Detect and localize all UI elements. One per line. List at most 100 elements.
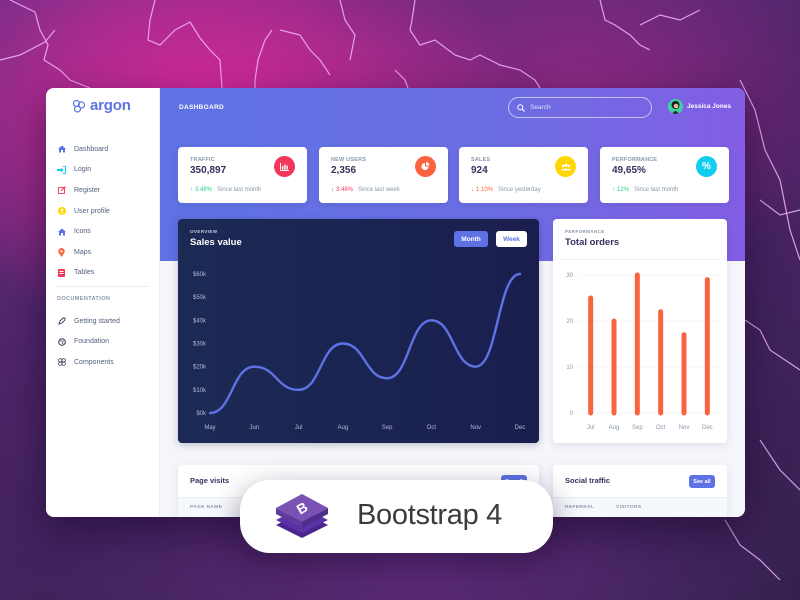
percent-icon: %	[696, 156, 717, 177]
sidebar-item-label: Maps	[74, 248, 92, 256]
month-button[interactable]: Month	[454, 231, 488, 247]
rocket-icon	[57, 317, 66, 326]
y-tick-label: $10k	[193, 388, 207, 394]
palette-icon	[57, 337, 66, 346]
stat-footer: ↑ 12% Since last month	[612, 187, 678, 193]
total-orders-card: PERFORMANCE Total orders 0 10 20 30 Jul Aug Se…	[553, 219, 727, 443]
week-button[interactable]: Week	[496, 231, 527, 247]
x-tick-label: Oct	[656, 425, 666, 431]
x-tick-label: Jul	[587, 425, 595, 431]
stat-change: ↑ 3.48%	[190, 187, 213, 193]
table-icon	[57, 268, 66, 277]
sidebar-item-tables[interactable]: Tables	[46, 263, 159, 284]
x-tick-label: Jun	[249, 425, 259, 431]
stat-change: ↑ 12%	[612, 187, 630, 193]
stat-value: 924	[471, 165, 488, 176]
bootstrap-badge-text: Bootstrap 4	[357, 499, 503, 531]
components-icon	[57, 358, 66, 367]
see-all-button[interactable]: See all	[689, 475, 715, 488]
column-header: REFERRAL	[565, 505, 595, 510]
sidebar-item-dashboard[interactable]: Dashboard	[46, 139, 159, 160]
users-icon	[555, 156, 576, 177]
stat-footer: ↑ 3.48% Since last month	[190, 187, 261, 193]
x-tick-label: Aug	[338, 425, 349, 431]
sidebar-item-label: Register	[74, 186, 101, 194]
login-icon	[57, 165, 66, 174]
card-title: Sales value	[190, 237, 242, 248]
sales-value-card: OVERVIEW Sales value Month Week $0k $10k $…	[178, 219, 539, 443]
search-input[interactable]	[530, 104, 640, 111]
sidebar-item-register[interactable]: Register	[46, 180, 159, 201]
map-pin-icon	[57, 247, 66, 257]
user-menu[interactable]: Jessica Jones	[668, 99, 731, 114]
sidebar-item-components[interactable]: Components	[46, 352, 159, 373]
arrow-down-icon: ↓	[331, 187, 334, 193]
stat-card-new-users: NEW USERS 2,356 ↓ 3.48% Since last week	[319, 147, 448, 203]
y-tick-label: $20k	[193, 365, 207, 371]
stat-value: 350,897	[190, 165, 227, 176]
table-header: REFERRAL VISITORS	[553, 497, 727, 517]
card-title: Total orders	[565, 237, 620, 248]
stat-since: Since last month	[217, 187, 262, 193]
stat-footer: ↓ 3.48% Since last week	[331, 187, 400, 193]
y-tick-label: 20	[566, 319, 573, 325]
sales-series-line	[208, 272, 522, 415]
y-tick-label: $60k	[193, 272, 207, 278]
x-tick-label: Jul	[295, 425, 303, 431]
x-tick-label: Dec	[702, 425, 713, 431]
documentation-heading: DOCUMENTATION	[57, 296, 111, 302]
stat-since: Since last month	[634, 187, 679, 193]
argon-logo-icon	[72, 99, 86, 113]
sidebar-item-maps[interactable]: Maps	[46, 242, 159, 263]
stat-title: TRAFFIC	[190, 157, 215, 163]
search-icon	[517, 103, 525, 112]
edit-icon	[57, 186, 66, 195]
y-tick-label: $40k	[193, 318, 207, 324]
sidebar-item-login[interactable]: Login	[46, 160, 159, 181]
x-tick-label: Sep	[382, 425, 393, 431]
app-window: argon Dashboard Login Register User prof…	[46, 88, 745, 517]
orders-bar-chart: 0 10 20 30 Jul Aug Sep Oct Nov Dec	[566, 272, 719, 431]
card-kicker: PERFORMANCE	[565, 229, 605, 234]
y-tick-label: 10	[566, 365, 573, 371]
sidebar-item-label: Icons	[74, 228, 91, 236]
stat-card-traffic: TRAFFIC 350,897 ↑ 3.48% Since last month	[178, 147, 307, 203]
stat-title: SALES	[471, 157, 491, 163]
social-traffic-card: Social traffic See all REFERRAL VISITORS	[553, 465, 727, 517]
x-tick-label: Dec	[515, 425, 526, 431]
sidebar-item-foundation[interactable]: Foundation	[46, 332, 159, 353]
stat-value: 2,356	[331, 165, 357, 176]
documentation-nav: Getting started Foundation Components	[46, 311, 159, 373]
user-icon	[57, 207, 66, 216]
sidebar-item-getting-started[interactable]: Getting started	[46, 311, 159, 332]
x-tick-label: Aug	[609, 425, 620, 431]
sidebar-item-label: Login	[74, 166, 92, 174]
arrow-up-icon: ↑	[190, 187, 193, 193]
bar-chart-icon	[274, 156, 295, 177]
x-tick-label: Oct	[427, 425, 437, 431]
bootstrap-badge: B Bootstrap 4	[240, 480, 553, 553]
stat-card-sales: SALES 924 ↓ 1.10% Since yesterday	[459, 147, 588, 203]
card-title: Social traffic	[565, 476, 611, 485]
x-tick-label: Nov	[679, 425, 690, 431]
sidebar: argon Dashboard Login Register User prof…	[46, 88, 160, 517]
column-header: VISITORS	[616, 505, 642, 510]
sidebar-divider	[57, 286, 148, 287]
stat-footer: ↓ 1.10% Since yesterday	[471, 187, 541, 193]
stat-since: Since yesterday	[498, 187, 541, 193]
user-name: Jessica Jones	[687, 103, 732, 110]
search-box[interactable]	[508, 97, 652, 118]
x-tick-label: Sep	[632, 425, 643, 431]
brand-logo[interactable]: argon	[72, 97, 131, 114]
arrow-down-icon: ↓	[471, 187, 474, 193]
sales-line-chart: $0k $10k $20k $30k $40k $50k $60k May Jun Jul Aug S…	[193, 272, 526, 431]
stat-change: ↓ 3.48%	[331, 187, 354, 193]
sidebar-item-user-profile[interactable]: User profile	[46, 201, 159, 222]
sidebar-item-icons[interactable]: Icons	[46, 221, 159, 242]
sidebar-item-label: User profile	[74, 207, 110, 215]
x-tick-label: Nov	[470, 425, 481, 431]
stat-since: Since last week	[358, 187, 400, 193]
y-tick-label: $30k	[193, 342, 207, 348]
y-tick-label: $50k	[193, 295, 207, 301]
column-header: PAGE NAME	[190, 505, 223, 510]
